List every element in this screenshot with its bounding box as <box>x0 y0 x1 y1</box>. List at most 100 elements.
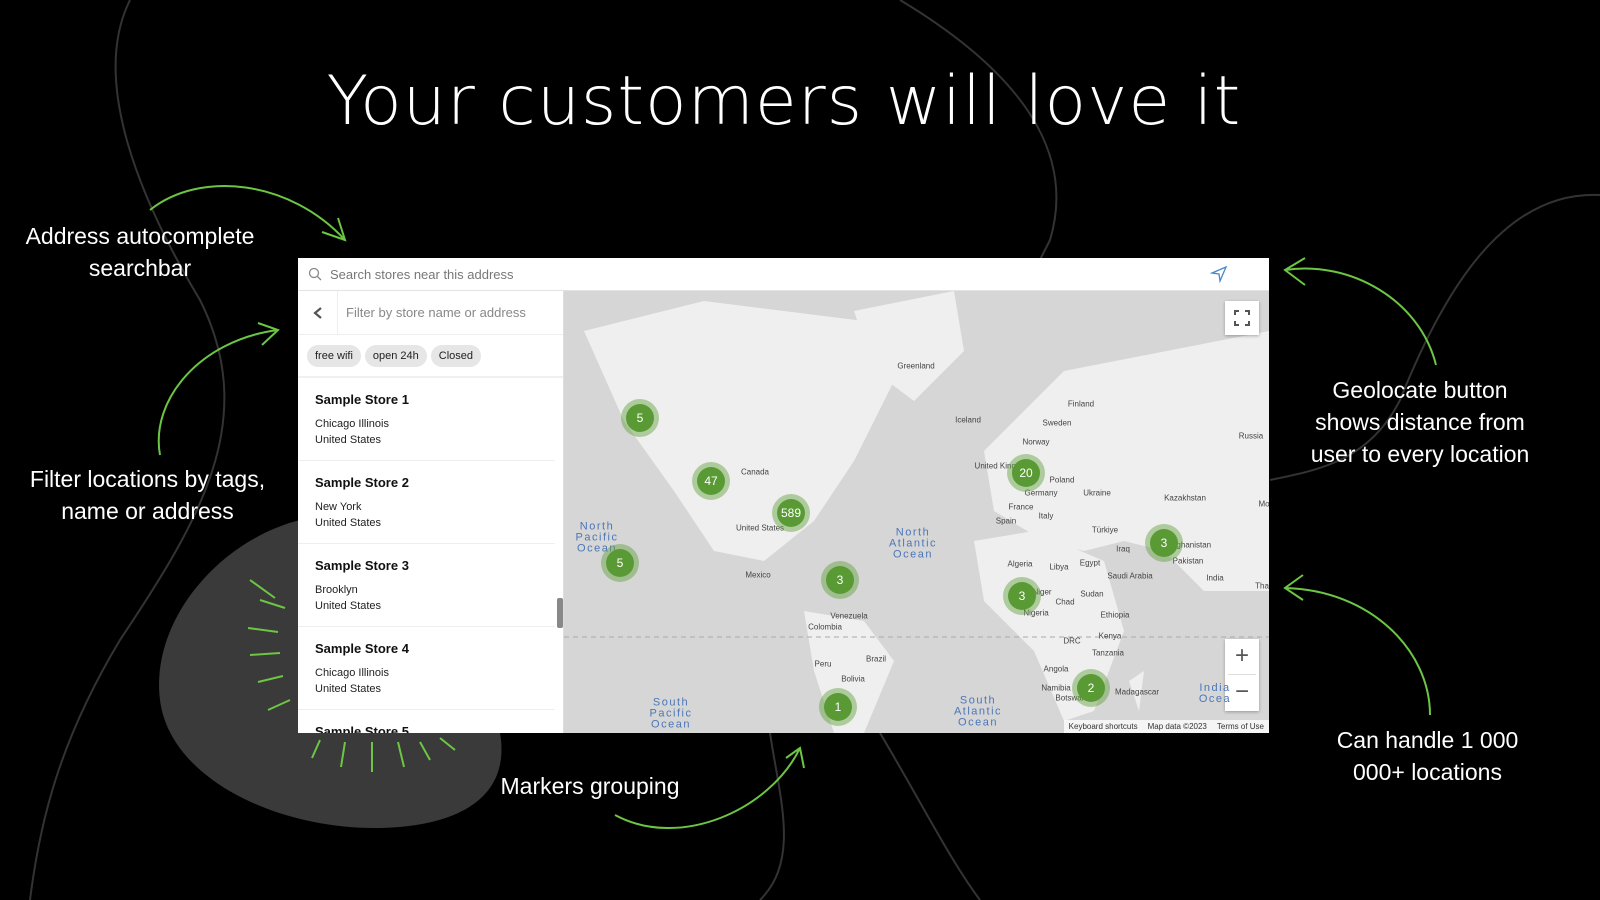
map-place-label: Canada <box>740 467 770 477</box>
store-name: Sample Store 4 <box>315 641 409 656</box>
map[interactable]: + − Keyboard shortcuts Map data ©2023 Te… <box>564 291 1269 733</box>
map-ocean-label: India Ocea <box>1198 682 1232 705</box>
map-place-label: Iraq <box>1116 544 1130 554</box>
store-country: United States <box>315 683 382 695</box>
search-icon <box>308 267 322 281</box>
map-ocean-label: North Atlantic Ocean <box>888 526 938 561</box>
note-scale: Can handle 1 000 000+ locations <box>1336 727 1519 785</box>
map-place-label: Iceland <box>955 415 981 425</box>
cluster-count: 47 <box>697 467 725 495</box>
map-place-label: Algeria <box>1007 559 1033 569</box>
map-place-label: Colombia <box>808 622 842 632</box>
sidebar-scrollbar[interactable] <box>557 598 563 628</box>
map-place-label: Bolivia <box>841 674 865 684</box>
map-place-label: Poland <box>1049 475 1075 485</box>
cluster-marker[interactable]: 5 <box>621 399 659 437</box>
tag-free-wifi[interactable]: free wifi <box>307 344 361 367</box>
store-address-line: New York <box>315 501 362 513</box>
map-place-label: Mo <box>1258 499 1269 509</box>
map-place-label: Venezuela <box>830 611 868 621</box>
map-data-attribution: Map data ©2023 <box>1147 722 1207 731</box>
map-place-label: Mexico <box>745 570 771 580</box>
cluster-marker[interactable]: 3 <box>1145 524 1183 562</box>
cluster-count: 5 <box>606 549 634 577</box>
map-place-label: Ethiopia <box>1100 610 1130 620</box>
cluster-count: 20 <box>1012 459 1040 487</box>
map-place-label: Egypt <box>1079 558 1101 568</box>
address-searchbar <box>298 258 1269 291</box>
cluster-marker[interactable]: 47 <box>692 462 730 500</box>
zoom-in-button[interactable]: + <box>1228 639 1256 675</box>
note-geolocate: Geolocate button shows distance from use… <box>1310 377 1530 467</box>
store-list-item[interactable]: Sample Store 2 New York United States <box>298 461 555 544</box>
map-place-label: Pakistan <box>1172 556 1204 566</box>
map-place-label: Italy <box>1038 511 1054 521</box>
map-place-label: Tanzania <box>1091 648 1125 658</box>
map-place-label: Russia <box>1238 431 1264 441</box>
chevron-left-icon <box>312 306 322 319</box>
cluster-marker[interactable]: 3 <box>1003 577 1041 615</box>
fullscreen-icon <box>1234 310 1250 326</box>
map-place-label: India <box>1206 573 1224 583</box>
map-place-label: Brazil <box>865 654 887 664</box>
keyboard-shortcuts-link[interactable]: Keyboard shortcuts <box>1069 722 1138 731</box>
back-button[interactable] <box>298 291 338 334</box>
fullscreen-button[interactable] <box>1225 301 1259 335</box>
terms-link[interactable]: Terms of Use <box>1217 722 1264 731</box>
store-address-line: Chicago Illinois <box>315 418 389 430</box>
map-ocean-label: South Atlantic Ocean <box>953 694 1003 729</box>
map-place-label: Madagascar <box>1114 687 1160 697</box>
map-place-label: Ukraine <box>1083 488 1111 498</box>
map-place-label: Sudan <box>1080 589 1104 599</box>
cluster-marker[interactable]: 5 <box>601 544 639 582</box>
cluster-count: 3 <box>1008 582 1036 610</box>
map-place-label: Namibia <box>1041 683 1071 693</box>
store-name: Sample Store 3 <box>315 558 409 573</box>
map-place-label: Türkiye <box>1091 525 1119 535</box>
tag-open-24h[interactable]: open 24h <box>364 344 427 367</box>
note-filter: Filter locations by tags, name or addres… <box>29 466 266 524</box>
map-place-label: Chad <box>1055 597 1075 607</box>
store-name: Sample Store 5 <box>315 724 409 733</box>
store-filter-input[interactable] <box>346 291 556 334</box>
store-name: Sample Store 1 <box>315 392 409 407</box>
cluster-marker[interactable]: 3 <box>821 561 859 599</box>
store-country: United States <box>315 600 382 612</box>
cluster-count: 1 <box>824 693 852 721</box>
store-name: Sample Store 2 <box>315 475 409 490</box>
note-search: Address autocomplete searchbar <box>25 223 255 281</box>
map-place-label: Kazakhstan <box>1164 493 1206 503</box>
map-place-label: Sweden <box>1042 418 1072 428</box>
map-place-label: DRC <box>1063 636 1081 646</box>
store-country: United States <box>315 517 382 529</box>
store-sidebar: free wifi open 24h Closed Sample Store 1… <box>298 291 564 733</box>
map-place-label: Libya <box>1049 562 1069 572</box>
cluster-marker[interactable]: 2 <box>1072 669 1110 707</box>
cluster-count: 2 <box>1077 674 1105 702</box>
address-search-input[interactable] <box>330 266 1210 282</box>
store-list-item[interactable]: Sample Store 4 Chicago Illinois United Sta… <box>298 627 555 710</box>
cluster-count: 3 <box>1150 529 1178 557</box>
store-list-item[interactable]: Sample Store 5 <box>298 710 555 733</box>
map-ocean-label: South Pacific Ocean <box>649 696 693 731</box>
geolocate-button[interactable] <box>1210 265 1228 283</box>
map-place-label: Norway <box>1022 437 1050 447</box>
map-place-label: Finland <box>1067 399 1095 409</box>
cluster-count: 3 <box>826 566 854 594</box>
store-address-line: Brooklyn <box>315 584 358 596</box>
cluster-marker[interactable]: 20 <box>1007 454 1045 492</box>
note-markers: Markers grouping <box>500 773 680 799</box>
map-place-label: Saudi Arabia <box>1107 571 1153 581</box>
tag-closed[interactable]: Closed <box>430 344 482 367</box>
store-list-item[interactable]: Sample Store 3 Brooklyn United States <box>298 544 555 627</box>
store-country: United States <box>315 434 382 446</box>
map-place-label: Greenland <box>897 361 935 371</box>
store-address-line: Chicago Illinois <box>315 667 389 679</box>
map-place-label: Angola <box>1043 664 1069 674</box>
map-land <box>564 291 1269 733</box>
cluster-marker[interactable]: 589 <box>772 494 810 532</box>
map-place-label: Spain <box>995 516 1017 526</box>
cluster-marker[interactable]: 1 <box>819 688 857 726</box>
store-list-item[interactable]: Sample Store 1 Chicago Illinois United Sta… <box>298 378 555 461</box>
map-place-label: France <box>1008 502 1034 512</box>
